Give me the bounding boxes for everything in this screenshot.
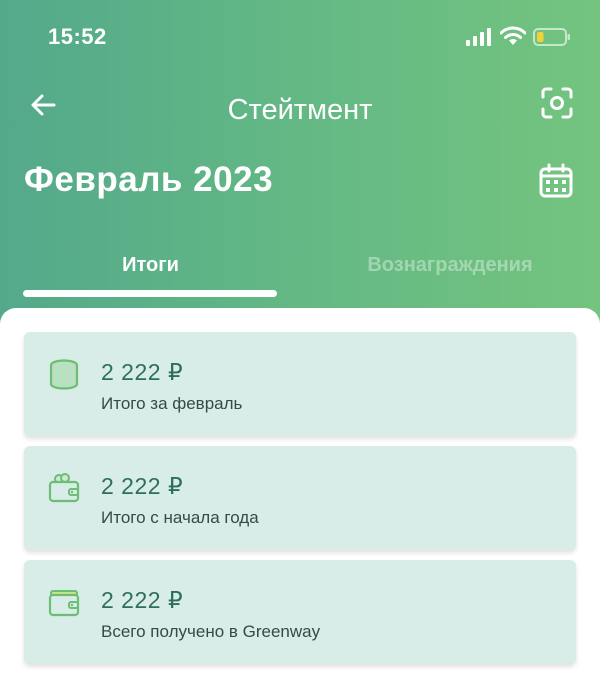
card-amount: 2 222 ₽ xyxy=(101,359,184,385)
wallet-icon xyxy=(48,473,80,503)
tab-rewards[interactable]: Вознаграждения xyxy=(300,254,600,277)
card-label: Всего получено в Greenway xyxy=(101,622,321,641)
scan-icon[interactable] xyxy=(540,86,574,120)
card-label: Итого с начала года xyxy=(101,508,259,527)
card-month-total[interactable]: 2 222 ₽ Итого за февраль xyxy=(24,332,576,436)
tab-totals[interactable]: Итоги xyxy=(24,254,277,277)
coins-stack-icon xyxy=(49,359,79,390)
statement-screen: 15:52 Стейтмент Февраль 2023 Итоги Возна… xyxy=(0,0,600,677)
calendar-icon[interactable] xyxy=(538,163,574,199)
battery-icon xyxy=(533,28,570,46)
period-title: Февраль 2023 xyxy=(24,160,274,199)
status-bar: 15:52 xyxy=(0,24,600,54)
header: 15:52 Стейтмент Февраль 2023 Итоги Возна… xyxy=(0,0,600,330)
active-tab-indicator xyxy=(23,290,277,297)
card-amount: 2 222 ₽ xyxy=(101,587,184,613)
content-panel: 2 222 ₽ Итого за февраль 2 222 ₽ Итого с… xyxy=(0,308,600,677)
wallet-card-icon xyxy=(48,590,80,617)
card-year-total[interactable]: 2 222 ₽ Итого с начала года xyxy=(24,446,576,550)
card-label: Итого за февраль xyxy=(101,394,243,413)
nav-bar: Стейтмент xyxy=(0,86,600,136)
signal-icon xyxy=(466,28,491,46)
wifi-icon xyxy=(500,26,526,45)
card-greenway-total[interactable]: 2 222 ₽ Всего получено в Greenway xyxy=(24,560,576,664)
page-title: Стейтмент xyxy=(227,94,373,126)
status-time: 15:52 xyxy=(48,24,107,49)
card-amount: 2 222 ₽ xyxy=(101,473,184,499)
